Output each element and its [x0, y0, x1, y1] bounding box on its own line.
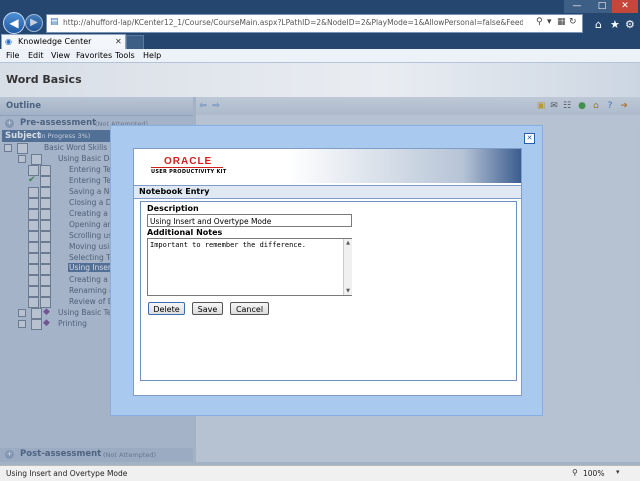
page-icon: ▤ — [50, 17, 59, 27]
status-bar: Using Insert and Overtype Mode ⚲ 100% ▾ — [0, 465, 640, 481]
settings-gear-icon[interactable]: ⚙ — [625, 18, 635, 31]
cancel-button[interactable]: Cancel — [230, 302, 269, 315]
description-field[interactable]: Using Insert and Overtype Mode — [147, 214, 352, 227]
address-bar[interactable]: ▤ http://ahufford-lap/KCenter12_1/Course… — [46, 14, 583, 33]
oracle-logo: ORACLE — [164, 156, 213, 167]
favorites-star-icon[interactable]: ★ — [610, 18, 620, 31]
back-button[interactable]: ◀ — [3, 12, 25, 34]
scroll-down-icon[interactable]: ▼ — [344, 287, 352, 295]
tab-close-icon[interactable]: ✕ — [115, 37, 122, 46]
browser-chrome: ◀ ▶ ▤ http://ahufford-lap/KCenter12_1/Co… — [0, 0, 640, 51]
notes-label: Additional Notes — [147, 228, 223, 237]
notebook-form: Description Using Insert and Overtype Mo… — [140, 201, 517, 381]
tab-knowledge-center[interactable]: ◉ Knowledge Center ✕ — [1, 34, 126, 50]
forward-button[interactable]: ▶ — [25, 14, 43, 32]
zoom-icon[interactable]: ⚲ — [572, 468, 578, 477]
notebook-header: Notebook Entry — [134, 185, 521, 199]
menu-edit[interactable]: Edit — [28, 51, 44, 60]
menu-tools[interactable]: Tools — [115, 51, 135, 60]
logo-divider — [151, 167, 223, 168]
description-label: Description — [147, 204, 199, 213]
close-window-button[interactable]: ✕ — [612, 0, 638, 13]
oracle-banner: ORACLE USER PRODUCTIVITY KIT — [134, 149, 521, 183]
dialog-title: Notebook Entry — [139, 187, 210, 196]
minimize-button[interactable]: — — [564, 0, 590, 13]
address-text: http://ahufford-lap/KCenter12_1/Course/C… — [63, 18, 523, 27]
zoom-level[interactable]: 100% — [583, 469, 604, 478]
oracle-logo-subtitle: USER PRODUCTIVITY KIT — [151, 169, 227, 175]
tab-page-icon: ◉ — [5, 37, 12, 46]
notebook-dialog: ✕ ORACLE USER PRODUCTIVITY KIT Notebook … — [110, 125, 543, 416]
menu-bar: File Edit View Favorites Tools Help — [0, 49, 640, 63]
notes-scrollbar[interactable]: ▲ ▼ — [343, 239, 352, 295]
dialog-content: ORACLE USER PRODUCTIVITY KIT Notebook En… — [133, 148, 522, 396]
search-icon[interactable]: ⚲ — [536, 17, 543, 27]
notes-text: Important to remember the difference. — [150, 241, 306, 249]
tab-title: Knowledge Center — [18, 37, 92, 46]
status-text: Using Insert and Overtype Mode — [6, 469, 128, 478]
menu-view[interactable]: View — [51, 51, 70, 60]
home-icon[interactable]: ⌂ — [595, 18, 602, 31]
delete-button[interactable]: Delete — [148, 302, 185, 315]
page-title: Word Basics — [6, 73, 82, 86]
compatibility-icon[interactable]: ▦ — [557, 17, 566, 27]
notes-textarea[interactable]: Important to remember the difference. ▲ … — [147, 238, 352, 296]
close-icon[interactable]: ✕ — [524, 133, 535, 144]
app-header: Word Basics — [0, 63, 640, 97]
dropdown-icon[interactable]: ▾ — [547, 17, 552, 27]
menu-file[interactable]: File — [6, 51, 19, 60]
scroll-up-icon[interactable]: ▲ — [344, 239, 352, 247]
menu-help[interactable]: Help — [143, 51, 161, 60]
save-button[interactable]: Save — [192, 302, 223, 315]
menu-favorites[interactable]: Favorites — [76, 51, 112, 60]
refresh-icon[interactable]: ↻ — [569, 17, 577, 27]
zoom-dropdown-icon[interactable]: ▾ — [616, 468, 620, 476]
